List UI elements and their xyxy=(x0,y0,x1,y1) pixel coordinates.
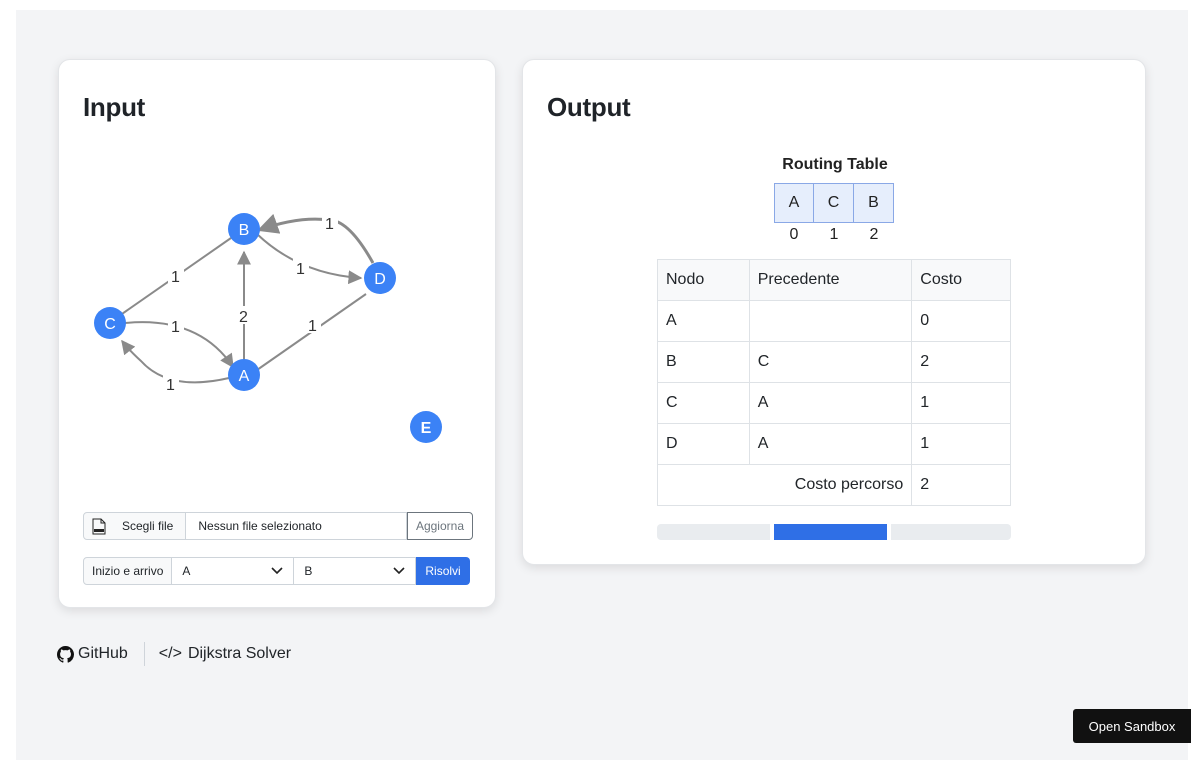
routing-cell: B xyxy=(854,183,894,223)
table-row: B C 2 xyxy=(657,341,1011,383)
table-cell: A xyxy=(748,423,913,465)
table-cell: C xyxy=(748,341,913,383)
routing-cell: A xyxy=(774,183,814,223)
svg-text:B: B xyxy=(239,222,250,239)
output-title: Output xyxy=(547,92,631,122)
app-link[interactable]: </> Dijkstra Solver xyxy=(159,645,291,663)
input-card: Input 1 2 1 1 1 1 1 B D C A E Scegli fil… xyxy=(58,59,496,608)
chevron-down-icon xyxy=(393,567,405,575)
routing-cell: C xyxy=(814,183,854,223)
column-header: Nodo xyxy=(657,259,750,301)
table-header-row: Nodo Precedente Costo xyxy=(657,259,1011,301)
github-link[interactable]: GitHub xyxy=(57,645,128,663)
column-header: Costo xyxy=(911,259,1011,301)
table-cell: C xyxy=(657,382,750,424)
output-card: Output Routing Table A C B 0 1 2 Nodo Pr… xyxy=(522,59,1146,565)
svg-text:C: C xyxy=(104,316,116,333)
table-row: D A 1 xyxy=(657,423,1011,465)
edge-label-d-b: 1 xyxy=(325,216,334,233)
table-row: C A 1 xyxy=(657,382,1011,424)
edge-d-b: 1 xyxy=(257,213,375,264)
footer-divider xyxy=(143,642,145,666)
solve-button[interactable]: Risolvi xyxy=(416,557,470,585)
table-cell: 0 xyxy=(911,300,1011,342)
routing-index: 0 xyxy=(789,226,799,243)
open-sandbox-button[interactable]: Open Sandbox xyxy=(1073,709,1191,743)
routing-indices: 0 1 2 xyxy=(774,226,894,244)
footer: GitHub </> Dijkstra Solver xyxy=(57,642,291,666)
chevron-down-icon xyxy=(271,567,283,575)
choose-file-label: Scegli file xyxy=(122,519,174,533)
routing-path: A C B xyxy=(774,183,894,223)
routing-index: 2 xyxy=(869,226,879,243)
table-cell: A xyxy=(748,382,913,424)
edge-label-b-d: 1 xyxy=(296,261,305,278)
solve-group: Inizio e arrivo A B Risolvi xyxy=(83,557,473,585)
node-c[interactable]: C xyxy=(94,307,126,339)
update-button[interactable]: Aggiorna xyxy=(406,512,473,540)
table-cell: A xyxy=(657,300,750,342)
node-b[interactable]: B xyxy=(228,213,260,245)
start-node-value: A xyxy=(182,564,191,578)
edge-label-a-c: 1 xyxy=(166,377,175,394)
graph-canvas[interactable]: 1 2 1 1 1 1 1 B D C A E xyxy=(59,60,497,480)
table-cell: D xyxy=(657,423,750,465)
edge-a-c: 1 xyxy=(121,339,230,394)
routing-index: 1 xyxy=(829,226,839,243)
edge-b-d: 1 xyxy=(256,233,363,285)
node-a[interactable]: A xyxy=(228,359,260,391)
column-header: Precedente xyxy=(748,259,913,301)
json-file-icon xyxy=(92,518,106,534)
progress-active-segment xyxy=(774,524,887,540)
start-node-select[interactable]: A xyxy=(172,557,295,585)
progress-separator xyxy=(887,524,891,540)
results-table: Nodo Precedente Costo A 0 B C 2 C A 1 D xyxy=(656,259,1011,506)
solution-progress xyxy=(657,524,1011,540)
edge-label-c-b: 1 xyxy=(171,269,180,286)
table-cell: 2 xyxy=(911,341,1011,383)
code-icon: </> xyxy=(158,645,182,662)
routing-table-title: Routing Table xyxy=(782,156,888,173)
start-end-label: Inizio e arrivo xyxy=(83,557,173,585)
progress-separator xyxy=(770,524,774,540)
table-row: A 0 xyxy=(657,300,1011,342)
end-node-select[interactable]: B xyxy=(294,557,417,585)
github-icon xyxy=(57,645,74,663)
svg-text:D: D xyxy=(374,271,386,288)
github-label: GitHub xyxy=(78,645,128,662)
file-status: Nessun file selezionato xyxy=(186,512,407,540)
file-input-group: Scegli file Nessun file selezionato Aggi… xyxy=(83,512,473,540)
edge-label-c-a: 1 xyxy=(171,319,180,336)
edge-label-a-d: 1 xyxy=(308,318,317,335)
edge-a-d: 1 xyxy=(256,293,367,371)
edge-c-a: 1 xyxy=(124,316,234,369)
table-cell: 1 xyxy=(911,382,1011,424)
edge-label-a-b: 2 xyxy=(239,309,248,326)
choose-file-button[interactable]: Scegli file xyxy=(83,512,187,540)
node-e[interactable]: E xyxy=(410,411,442,443)
table-cell xyxy=(748,300,913,342)
svg-text:A: A xyxy=(239,368,250,385)
edge-a-b: 2 xyxy=(236,250,252,360)
total-cost-value: 2 xyxy=(911,464,1011,506)
svg-text:E: E xyxy=(421,420,432,437)
table-cell: 1 xyxy=(911,423,1011,465)
node-d[interactable]: D xyxy=(364,262,396,294)
page-background: Input 1 2 1 1 1 1 1 B D C A E Scegli fil… xyxy=(16,10,1188,760)
total-cost-label: Costo percorso xyxy=(656,464,913,506)
end-node-value: B xyxy=(304,564,313,578)
app-label: Dijkstra Solver xyxy=(187,645,292,662)
table-total-row: Costo percorso 2 xyxy=(656,464,1011,506)
table-cell: B xyxy=(657,341,750,383)
edge-c-b: 1 xyxy=(108,237,232,324)
